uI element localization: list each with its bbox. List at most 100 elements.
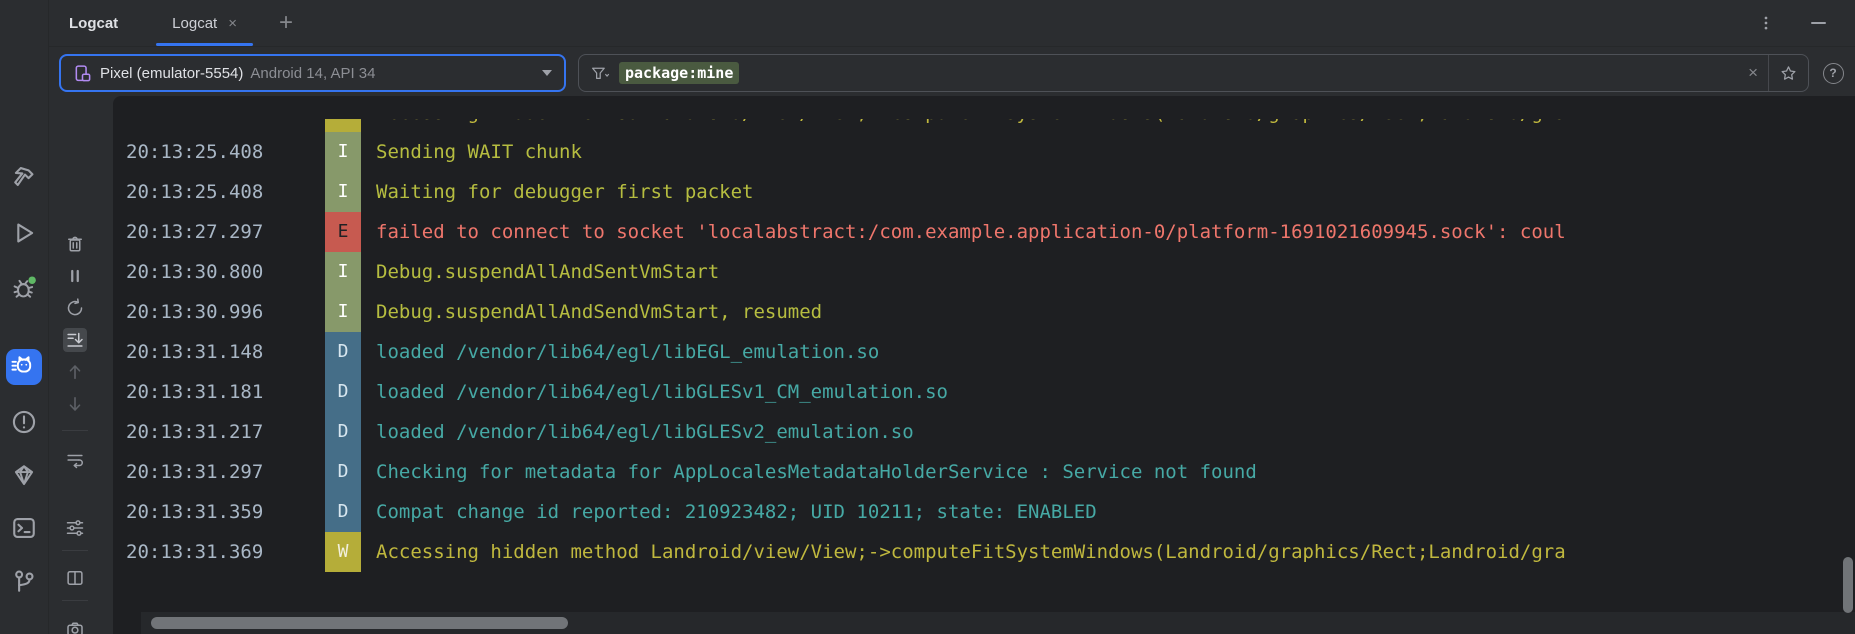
chevron-down-icon[interactable]: [542, 70, 552, 76]
tab-logcat[interactable]: Logcat ×: [156, 0, 253, 46]
star-icon: [1780, 65, 1797, 82]
next-occurrence-button[interactable]: [63, 392, 87, 416]
log-row[interactable]: 20:13:31.359 D Compat change id reported: …: [126, 492, 1855, 532]
build-button[interactable]: [10, 163, 38, 191]
problems-exclamation-icon: [11, 409, 37, 435]
soft-wrap-icon: [65, 450, 85, 470]
new-tab-button[interactable]: +: [279, 13, 293, 33]
logcat-content: W Accessing hidden method Landroid/view/V…: [49, 96, 1855, 634]
options-menu-button[interactable]: [1753, 10, 1779, 36]
scroll-to-end-button[interactable]: [63, 328, 87, 352]
log-timestamp: 20:13:31.359: [126, 492, 263, 532]
logcat-toolbar: [49, 96, 113, 634]
log-message: Waiting for debugger first packet: [376, 172, 754, 212]
log-message: Checking for metadata for AppLocalesMeta…: [376, 452, 1257, 492]
split-panel-button[interactable]: [63, 566, 87, 590]
favorite-filter-button[interactable]: [1768, 55, 1808, 91]
log-message: Accessing hidden method Landroid/view/Vi…: [376, 119, 1566, 132]
horizontal-scrollbar-thumb[interactable]: [151, 617, 568, 629]
filter-funnel-icon[interactable]: [590, 65, 610, 82]
split-panel-icon: [65, 568, 85, 588]
build-hammer-icon: [11, 164, 37, 190]
log-timestamp: 20:13:31.181: [126, 372, 263, 412]
log-level-badge: D: [325, 372, 361, 412]
tab-label: Logcat: [172, 15, 217, 32]
log-row[interactable]: WAccessing hidden method Landroid/view/V…: [126, 119, 1855, 132]
run-play-icon: [11, 220, 37, 246]
log-timestamp: 20:13:31.148: [126, 332, 263, 372]
log-timestamp: 20:13:31.369: [126, 532, 263, 572]
restart-logcat-button[interactable]: [63, 296, 87, 320]
gem-icon: [11, 462, 37, 488]
pause-logcat-button[interactable]: [63, 264, 87, 288]
terminal-button[interactable]: [10, 514, 38, 542]
debug-bug-icon: [11, 275, 37, 301]
previous-occurrence-button[interactable]: [63, 360, 87, 384]
log-rows: W Accessing hidden method Landroid/view/V…: [113, 96, 1855, 572]
log-row[interactable]: 20:13:31.148Dloaded /vendor/lib64/egl/li…: [126, 332, 1855, 372]
debug-button[interactable]: [10, 274, 38, 302]
partial-log-row: WAccessing hidden method Landroid/view/V…: [126, 119, 1855, 132]
log-row[interactable]: 20:13:25.408ISending WAIT chunk: [126, 132, 1855, 172]
log-timestamp: 20:13:25.408: [126, 172, 263, 212]
log-timestamp: 20:13:27.297: [126, 212, 263, 252]
device-selector[interactable]: Pixel (emulator-5554) Android 14, API 34: [59, 54, 566, 92]
log-level-badge: I: [325, 252, 361, 292]
log-row[interactable]: 20:13:31.297DChecking for metadata for A…: [126, 452, 1855, 492]
version-control-button[interactable]: [10, 568, 38, 596]
sliders-icon: [65, 518, 85, 538]
filter-field[interactable]: package:mine ×: [578, 54, 1809, 92]
device-details: Android 14, API 34: [250, 65, 375, 82]
arrow-up-icon: [65, 362, 85, 382]
device-name: Pixel (emulator-5554): [100, 65, 243, 82]
clear-filter-icon[interactable]: ×: [1738, 63, 1768, 83]
log-row[interactable]: 20:13:31.217Dloaded /vendor/lib64/egl/li…: [126, 412, 1855, 452]
log-row[interactable]: 20:13:31.369 W Accessing hidden method Lan…: [126, 532, 1855, 572]
arrow-down-icon: [65, 394, 85, 414]
tool-window-stripe: [0, 0, 49, 634]
log-view[interactable]: W Accessing hidden method Landroid/view/V…: [113, 96, 1855, 634]
log-level-badge: D: [325, 332, 361, 372]
toolbar-divider: [62, 600, 88, 601]
log-message: Sending WAIT chunk: [376, 132, 582, 172]
hide-panel-button[interactable]: [1805, 10, 1831, 36]
kebab-menu-icon: [1757, 14, 1775, 32]
vertical-scrollbar-thumb[interactable]: [1843, 557, 1853, 613]
log-message: Compat change id reported: 210923482; UI…: [376, 492, 1097, 532]
logcat-settings-button[interactable]: [63, 516, 87, 540]
trash-icon: [65, 234, 85, 254]
log-row[interactable]: 20:13:25.408IWaiting for debugger first …: [126, 172, 1855, 212]
log-message: failed to connect to socket 'localabstra…: [376, 212, 1566, 252]
log-level-badge: D: [325, 452, 361, 492]
log-level-badge: D: [325, 492, 361, 532]
scroll-to-end-icon: [65, 330, 85, 350]
log-row[interactable]: 20:13:30.800IDebug.suspendAllAndSentVmSt…: [126, 252, 1855, 292]
horizontal-scrollbar[interactable]: [141, 612, 1855, 634]
problems-button[interactable]: [10, 408, 38, 436]
app-quality-insights-button[interactable]: [10, 461, 38, 489]
log-message: loaded /vendor/lib64/egl/libGLESv1_CM_em…: [376, 372, 948, 412]
tab-close-icon[interactable]: ×: [228, 15, 237, 32]
log-row[interactable]: 20:13:30.996IDebug.suspendAllAndSendVmSt…: [126, 292, 1855, 332]
logcat-stripe-button[interactable]: [6, 349, 42, 385]
screenshot-button[interactable]: [63, 617, 87, 634]
log-message: Debug.suspendAllAndSendVmStart, resumed: [376, 292, 822, 332]
log-message: loaded /vendor/lib64/egl/libGLESv2_emula…: [376, 412, 914, 452]
log-message: Accessing hidden method Landroid/view/Vi…: [376, 532, 1566, 572]
help-button[interactable]: ?: [1821, 54, 1845, 92]
soft-wrap-button[interactable]: [63, 448, 87, 472]
clear-logcat-button[interactable]: [63, 232, 87, 256]
restart-icon: [65, 298, 85, 318]
logcat-tab-bar: Logcat Logcat × +: [49, 0, 1855, 47]
log-message: Debug.suspendAllAndSentVmStart: [376, 252, 719, 292]
panel-title: Logcat: [69, 15, 118, 32]
logcat-cat-icon: [11, 354, 37, 380]
filter-query-value[interactable]: package:mine: [619, 62, 739, 84]
log-row[interactable]: 20:13:31.181 Dloaded /vendor/lib64/egl/li…: [126, 372, 1855, 412]
log-timestamp: 20:13:31.217: [126, 412, 263, 452]
logcat-tool-window: Logcat Logcat × + Pixel (em: [0, 0, 1855, 634]
log-level-badge: W: [325, 532, 361, 572]
log-level-badge: I: [325, 132, 361, 172]
log-row[interactable]: 20:13:27.297Efailed to connect to socket…: [126, 212, 1855, 252]
run-button[interactable]: [10, 219, 38, 247]
